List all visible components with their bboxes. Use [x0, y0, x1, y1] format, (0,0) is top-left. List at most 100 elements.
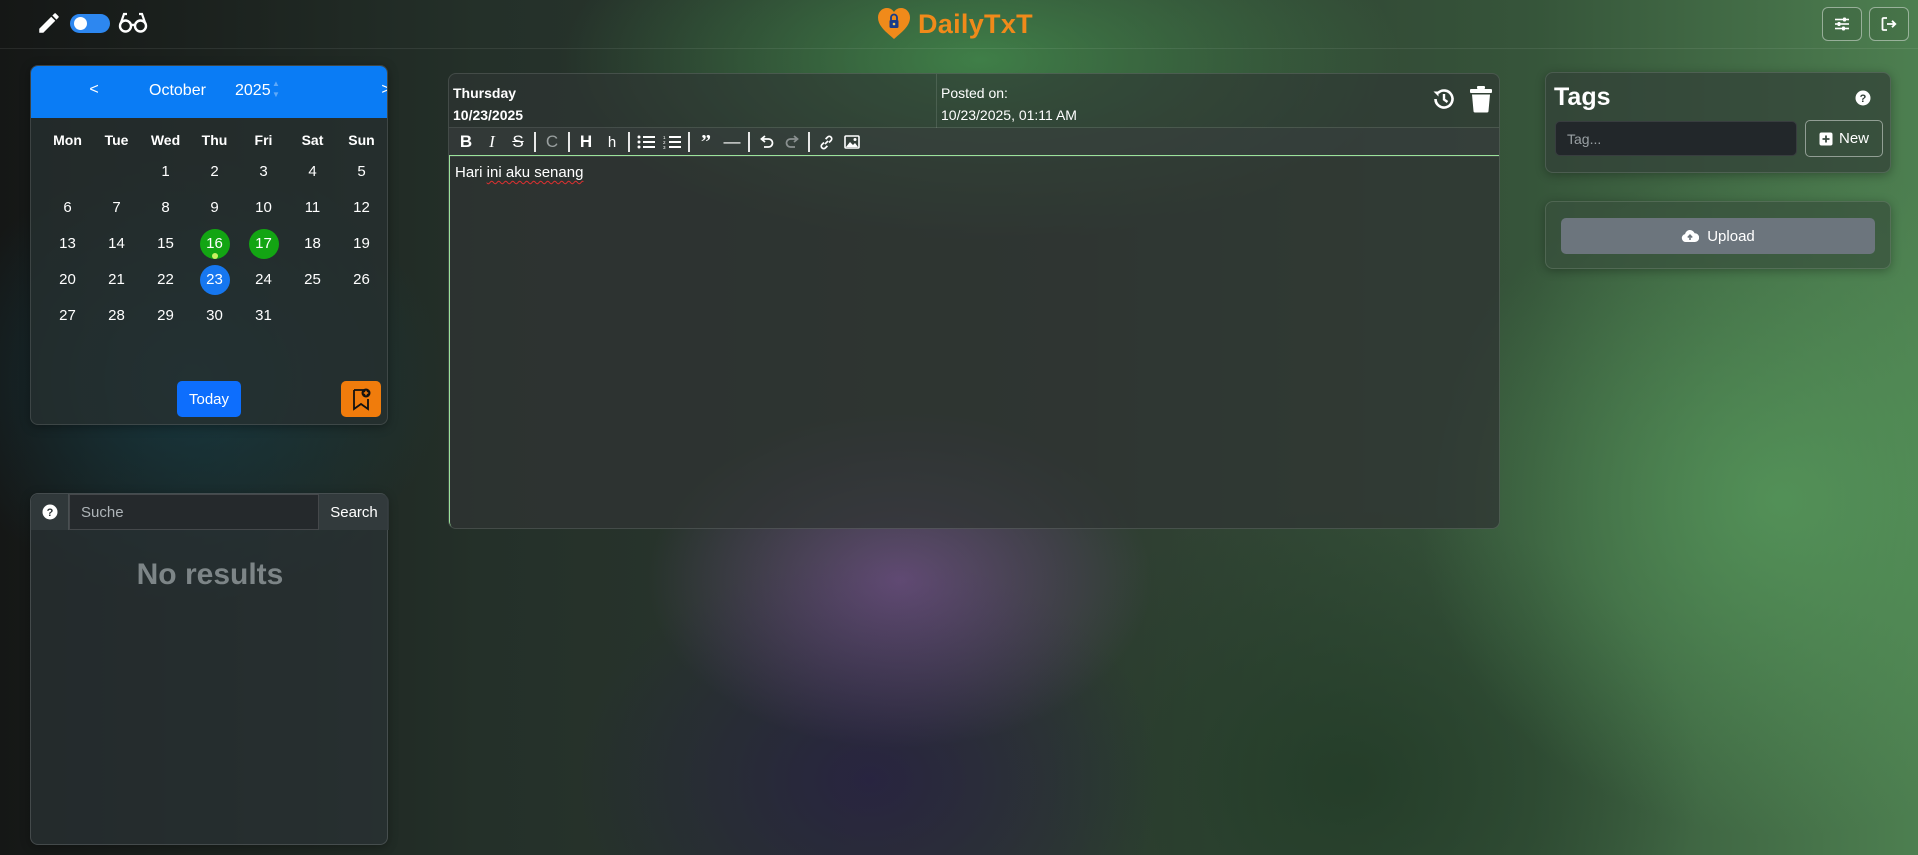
- entry-editor: Thursday 10/23/2025 Posted on: 10/23/202…: [448, 73, 1500, 529]
- editor-header: Thursday 10/23/2025 Posted on: 10/23/202…: [449, 74, 1499, 128]
- toggle-knob: [74, 17, 87, 30]
- day-number: 1: [161, 163, 170, 180]
- calendar-day[interactable]: 18: [288, 226, 337, 262]
- upload-button[interactable]: Upload: [1561, 218, 1875, 254]
- calendar-day[interactable]: 2: [190, 154, 239, 190]
- calendar-day[interactable]: 23: [190, 262, 239, 298]
- weekday-label: Fri: [254, 132, 273, 148]
- trash-icon[interactable]: [1469, 85, 1493, 113]
- undo-icon: [759, 135, 773, 148]
- month-label[interactable]: October: [149, 82, 206, 100]
- question-circle-icon[interactable]: ?: [1855, 90, 1871, 106]
- day-number: 5: [357, 163, 366, 180]
- calendar-day[interactable]: 16: [190, 226, 239, 262]
- calendar-day[interactable]: 1: [141, 154, 190, 190]
- calendar-day[interactable]: 6: [43, 190, 92, 226]
- calendar-day[interactable]: 19: [337, 226, 386, 262]
- calendar-day[interactable]: 29: [141, 298, 190, 334]
- plus-square-icon: [1819, 132, 1833, 145]
- strikethrough-button[interactable]: S: [505, 129, 531, 155]
- calendar-day[interactable]: 17: [239, 226, 288, 262]
- year-label[interactable]: 2025: [235, 82, 271, 100]
- tags-panel: Tags ? New: [1545, 72, 1891, 173]
- calendar-day[interactable]: 27: [43, 298, 92, 334]
- calendar-day[interactable]: 10: [239, 190, 288, 226]
- day-number: 11: [304, 199, 321, 216]
- calendar-day[interactable]: 3: [239, 154, 288, 190]
- mode-toggle[interactable]: [70, 14, 110, 33]
- redo-button[interactable]: [779, 129, 805, 155]
- day-number: 28: [108, 307, 125, 324]
- numbered-list-button[interactable]: 1 2 3: [659, 129, 685, 155]
- weekday-label: Tue: [104, 132, 129, 148]
- cloud-upload-icon: [1682, 230, 1700, 242]
- bold-button[interactable]: B: [453, 129, 479, 155]
- toolbar-separator: [568, 132, 570, 152]
- bookmark-plus-icon: [353, 388, 371, 411]
- calendar-day[interactable]: 4: [288, 154, 337, 190]
- entry-textarea[interactable]: Hari ini aku senang: [449, 155, 1499, 528]
- bullet-list-button[interactable]: [633, 129, 659, 155]
- search-input[interactable]: [69, 494, 319, 530]
- calendar-day[interactable]: 30: [190, 298, 239, 334]
- app-logo: DailyTxT: [876, 6, 1033, 42]
- bookmark-add-button[interactable]: [341, 381, 381, 417]
- numbered-list-icon: 1 2 3: [663, 135, 681, 149]
- calendar-day[interactable]: 14: [92, 226, 141, 262]
- quote-button[interactable]: ”: [693, 129, 719, 155]
- calendar-day[interactable]: 7: [92, 190, 141, 226]
- toolbar-separator: [688, 132, 690, 152]
- calendar-day[interactable]: 20: [43, 262, 92, 298]
- search-panel: ? Search No results: [30, 493, 389, 845]
- search-button[interactable]: Search: [319, 494, 389, 530]
- search-bar: ? Search: [31, 494, 389, 530]
- upload-label: Upload: [1707, 227, 1755, 245]
- calendar-day[interactable]: 24: [239, 262, 288, 298]
- calendar-weeks: 1 2 3 4 5 6 7 8 9 10 11 12 13 14 15 16 17 18 19 20 21 22 23 24 2…: [31, 154, 387, 334]
- calendar-day[interactable]: 22: [141, 262, 190, 298]
- calendar-day[interactable]: 26: [337, 262, 386, 298]
- entry-weekday: Thursday: [453, 85, 517, 101]
- settings-button[interactable]: [1822, 7, 1862, 41]
- new-tag-button[interactable]: New: [1805, 120, 1883, 157]
- calendar-day[interactable]: 15: [141, 226, 190, 262]
- calendar-day[interactable]: 9: [190, 190, 239, 226]
- italic-button[interactable]: I: [479, 129, 505, 155]
- calendar-day[interactable]: 31: [239, 298, 288, 334]
- calendar-day[interactable]: 13: [43, 226, 92, 262]
- calendar-day[interactable]: 11: [288, 190, 337, 226]
- calendar-day[interactable]: 12: [337, 190, 386, 226]
- entry-date: Thursday 10/23/2025: [453, 82, 523, 126]
- next-month-button[interactable]: >: [371, 81, 387, 99]
- day-number: 31: [255, 307, 272, 324]
- year-spinner-icon[interactable]: ▲ ▼: [272, 78, 280, 100]
- pencil-icon[interactable]: [36, 10, 62, 36]
- logout-button[interactable]: [1869, 7, 1909, 41]
- calendar-day[interactable]: 28: [92, 298, 141, 334]
- entry-date-value: 10/23/2025: [453, 107, 524, 123]
- entry-text-start: Hari: [455, 164, 487, 181]
- week-row: 27 28 29 30 31: [31, 298, 387, 334]
- heading-large-button[interactable]: H: [573, 129, 599, 155]
- day-number: 15: [157, 235, 174, 252]
- undo-button[interactable]: [753, 129, 779, 155]
- heading-small-button[interactable]: h: [599, 129, 625, 155]
- calendar-day[interactable]: 25: [288, 262, 337, 298]
- today-button[interactable]: Today: [177, 381, 241, 417]
- image-button[interactable]: [839, 129, 865, 155]
- glasses-icon[interactable]: [118, 10, 148, 36]
- weekday-label: Thu: [201, 132, 228, 148]
- link-button[interactable]: [813, 129, 839, 155]
- horizontal-rule-button[interactable]: —: [719, 129, 745, 155]
- empty-day-cell: [337, 298, 386, 334]
- history-icon[interactable]: [1431, 86, 1457, 112]
- search-help-button[interactable]: ?: [31, 494, 69, 530]
- tag-input[interactable]: [1555, 121, 1797, 156]
- header-divider: [936, 74, 937, 128]
- code-button[interactable]: C: [539, 129, 565, 155]
- prev-month-button[interactable]: <: [79, 81, 109, 99]
- calendar-day[interactable]: 21: [92, 262, 141, 298]
- day-number: 13: [59, 235, 76, 252]
- calendar-day[interactable]: 5: [337, 154, 386, 190]
- calendar-day[interactable]: 8: [141, 190, 190, 226]
